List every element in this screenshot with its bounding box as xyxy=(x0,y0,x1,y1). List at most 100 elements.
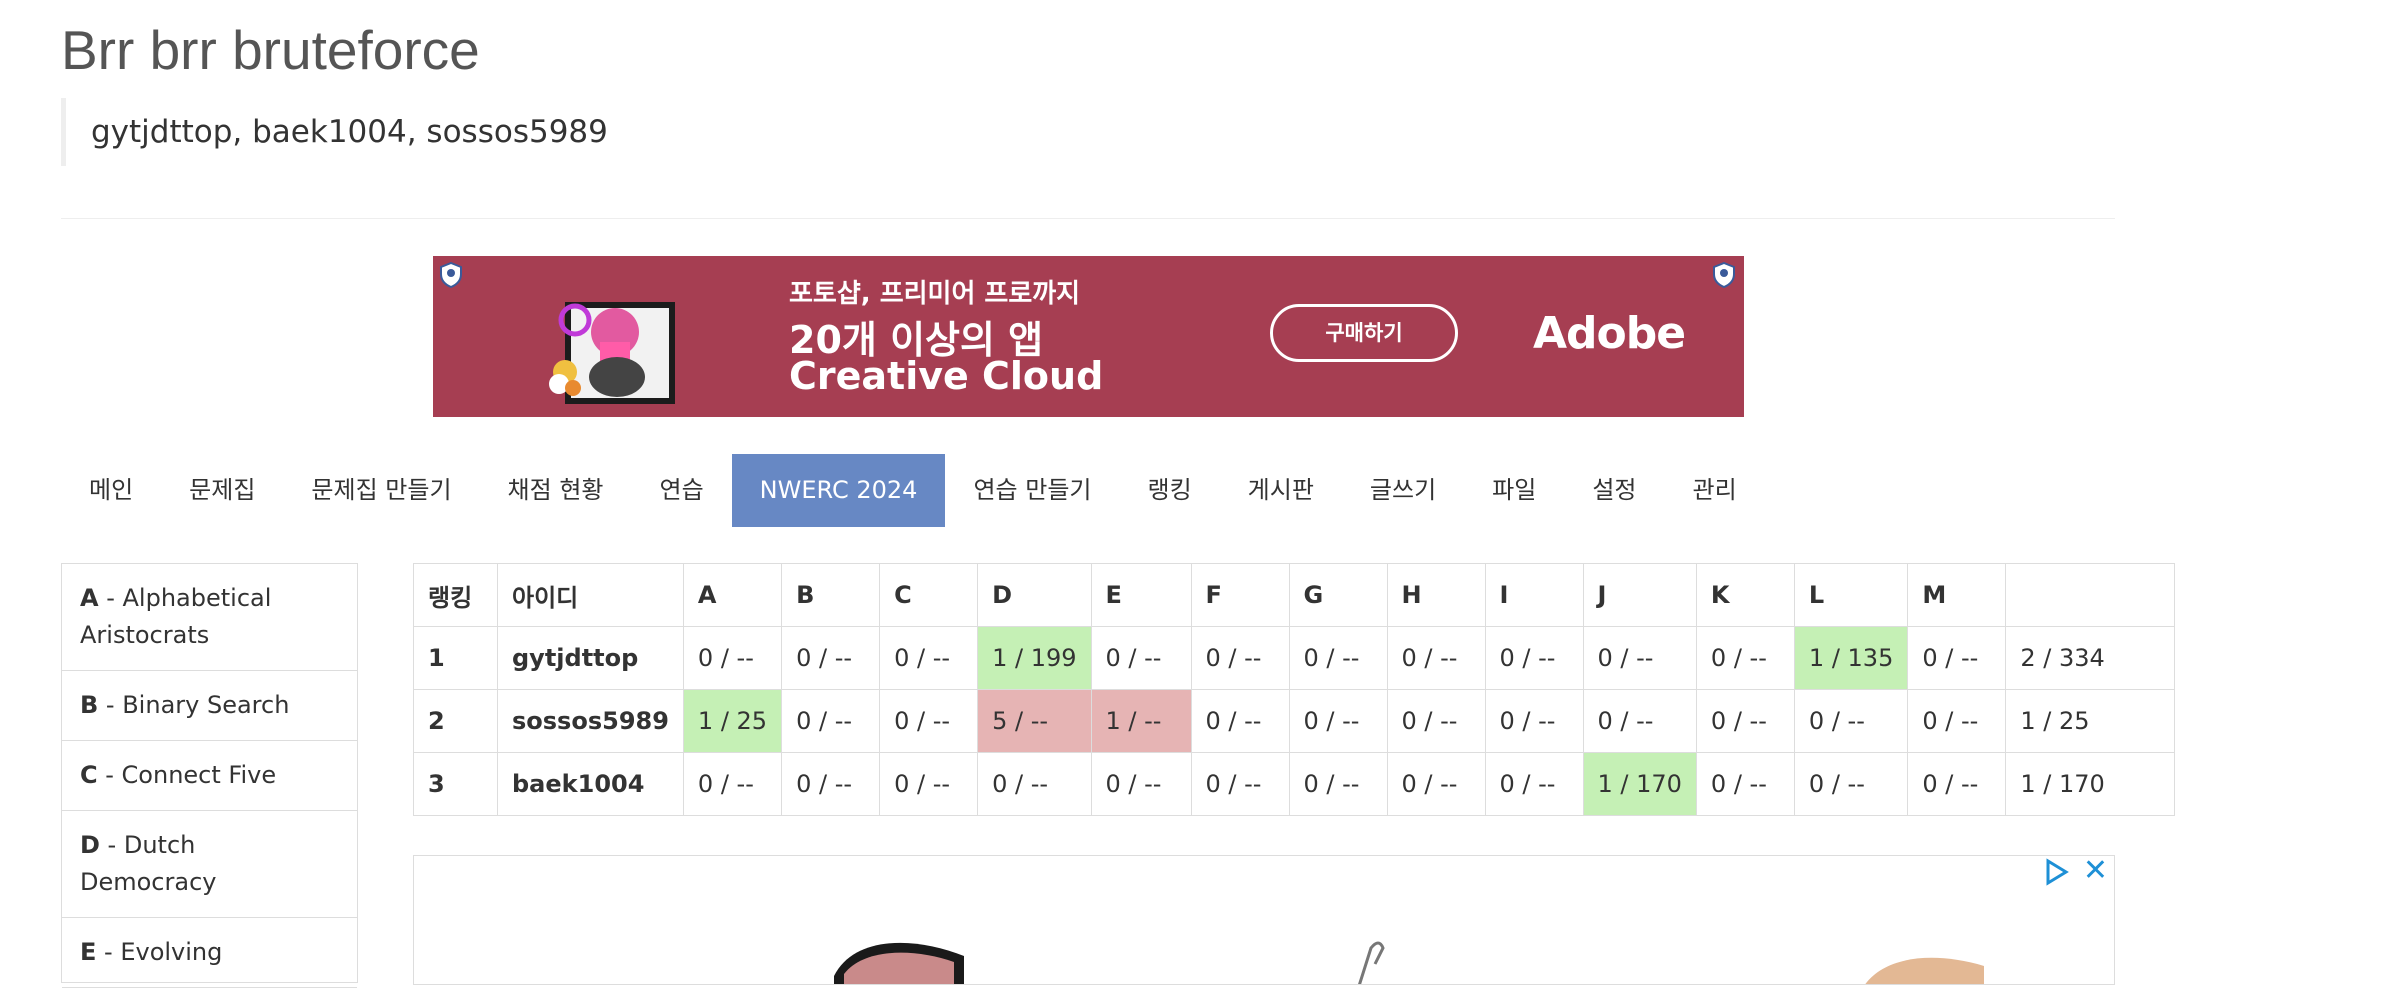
column-header: B xyxy=(781,563,881,627)
problem-name: Alphabetical Aristocrats xyxy=(80,584,272,649)
ad-photo-image xyxy=(549,302,675,404)
tab-create-practice[interactable]: 연습 만들기 xyxy=(945,454,1119,527)
tab-create-workbook[interactable]: 문제집 만들기 xyxy=(283,454,479,527)
divider xyxy=(61,218,2115,219)
score-cell: 0 / -- xyxy=(1386,752,1486,816)
score-cell: 0 / -- xyxy=(781,626,881,690)
score-cell: 0 / -- xyxy=(1695,626,1795,690)
score-cell: 0 / -- xyxy=(1190,689,1290,753)
score-cell: 0 / -- xyxy=(1793,752,1909,816)
problem-link-b[interactable]: B - Binary Search xyxy=(62,671,357,741)
score-cell: 1 / 170 xyxy=(1582,752,1697,816)
problem-name: Connect Five xyxy=(121,761,277,789)
column-header: D xyxy=(977,563,1092,627)
problem-letter: A xyxy=(80,584,99,612)
problem-name: Evolving xyxy=(120,938,223,966)
column-header: C xyxy=(879,563,979,627)
problem-name: Binary Search xyxy=(122,691,290,719)
score-cell: 0 / -- xyxy=(1288,752,1388,816)
problem-letter: B xyxy=(80,691,99,719)
score-cell: 0 / -- xyxy=(1190,752,1290,816)
close-icon[interactable]: ✕ xyxy=(2083,856,2108,886)
problem-letter: C xyxy=(80,761,98,789)
problem-letter: D xyxy=(80,831,100,859)
problem-link-a[interactable]: A - Alphabetical Aristocrats xyxy=(62,564,357,671)
column-header: G xyxy=(1288,563,1388,627)
score-cell: 0 / -- xyxy=(1288,689,1388,753)
score-cell: 0 / -- xyxy=(1793,689,1909,753)
tab-status[interactable]: 채점 현황 xyxy=(480,454,632,527)
table-row: 2 sossos5989 1 / 25 0 / -- 0 / -- 5 / -- 1 / -… xyxy=(413,689,2176,753)
brand-logo: Adobe xyxy=(1533,308,1686,359)
user-id-link[interactable]: sossos5989 xyxy=(497,689,684,753)
total-cell: 1 / 25 xyxy=(2005,689,2176,753)
total-cell: 1 / 170 xyxy=(2005,752,2176,816)
problem-letter: E xyxy=(80,938,97,966)
score-cell: 0 / -- xyxy=(1907,626,2007,690)
tab-board[interactable]: 게시판 xyxy=(1220,454,1342,527)
problem-link-e[interactable]: E - Evolving xyxy=(62,918,357,988)
score-cell: 0 / -- xyxy=(682,626,783,690)
score-cell: 0 / -- xyxy=(977,752,1092,816)
tab-settings[interactable]: 설정 xyxy=(1564,454,1664,527)
column-header: J xyxy=(1582,563,1697,627)
column-header: M xyxy=(1907,563,2007,627)
score-cell: 1 / 135 xyxy=(1793,626,1909,690)
rank-cell: 3 xyxy=(413,752,498,816)
score-cell: 0 / -- xyxy=(781,752,881,816)
user-id-link[interactable]: gytjdttop xyxy=(497,626,684,690)
rank-cell: 1 xyxy=(413,626,498,690)
score-cell: 0 / -- xyxy=(1288,626,1388,690)
ad-banner[interactable]: 포토샵, 프리미어 프로까지 20개 이상의 앱 Creative Cloud … xyxy=(433,256,1744,417)
score-cell: 0 / -- xyxy=(879,626,979,690)
user-id-link[interactable]: baek1004 xyxy=(497,752,684,816)
problem-link-c[interactable]: C - Connect Five xyxy=(62,741,357,811)
ad-shield-icon xyxy=(1713,262,1735,288)
buy-button[interactable]: 구매하기 xyxy=(1270,304,1458,362)
scoreboard-table: 랭킹 아이디 A B C D E F G H I J K L M 1 gytjdttop 0 / -- 0 / -… xyxy=(413,563,2176,816)
score-cell: 0 / -- xyxy=(1386,689,1486,753)
score-cell: 0 / -- xyxy=(1907,752,2007,816)
tab-files[interactable]: 파일 xyxy=(1464,454,1564,527)
ad-line-3: Creative Cloud xyxy=(789,354,1104,398)
team-members: gytjdttop, baek1004, sossos5989 xyxy=(61,98,961,166)
score-cell: 0 / -- xyxy=(682,752,783,816)
score-cell: 0 / -- xyxy=(1582,626,1697,690)
ad-line-1: 포토샵, 프리미어 프로까지 xyxy=(789,279,1081,309)
score-cell: 0 / -- xyxy=(1907,689,2007,753)
tab-nwerc-2024[interactable]: NWERC 2024 xyxy=(731,454,946,527)
tab-workbooks[interactable]: 문제집 xyxy=(161,454,283,527)
tab-ranking[interactable]: 랭킹 xyxy=(1119,454,1219,527)
score-cell: 0 / -- xyxy=(1190,626,1290,690)
total-cell: 2 / 334 xyxy=(2005,626,2176,690)
rank-cell: 2 xyxy=(413,689,498,753)
column-header xyxy=(2005,563,2176,627)
adchoices-icon[interactable] xyxy=(2042,858,2070,886)
column-header: 랭킹 xyxy=(413,563,498,627)
score-cell: 0 / -- xyxy=(1484,626,1584,690)
column-header: K xyxy=(1695,563,1795,627)
score-cell: 0 / -- xyxy=(1695,689,1795,753)
problem-link-d[interactable]: D - Dutch Democracy xyxy=(62,811,357,918)
page-title: Brr brr bruteforce xyxy=(61,19,480,81)
problem-name: Dutch Democracy xyxy=(80,831,217,896)
shoe-image xyxy=(834,942,964,984)
score-cell: 0 / -- xyxy=(879,752,979,816)
column-header: F xyxy=(1190,563,1290,627)
column-header: H xyxy=(1386,563,1486,627)
score-cell: 5 / -- xyxy=(977,689,1092,753)
score-cell: 1 / -- xyxy=(1090,689,1192,753)
ad-bottom[interactable]: ✕ xyxy=(413,855,2115,985)
tab-main[interactable]: 메인 xyxy=(61,454,161,527)
score-cell: 0 / -- xyxy=(781,689,881,753)
column-header: E xyxy=(1090,563,1192,627)
score-cell: 1 / 25 xyxy=(682,689,783,753)
table-row: 3 baek1004 0 / -- 0 / -- 0 / -- 0 / -- 0 / -- 0… xyxy=(413,752,2176,816)
score-cell: 0 / -- xyxy=(1582,689,1697,753)
column-header: I xyxy=(1484,563,1584,627)
column-header: 아이디 xyxy=(497,563,684,627)
tab-admin[interactable]: 관리 xyxy=(1665,454,1765,527)
tab-practice[interactable]: 연습 xyxy=(631,454,731,527)
tab-write[interactable]: 글쓰기 xyxy=(1342,454,1464,527)
problem-list: A - Alphabetical Aristocrats B - Binary … xyxy=(61,563,358,988)
